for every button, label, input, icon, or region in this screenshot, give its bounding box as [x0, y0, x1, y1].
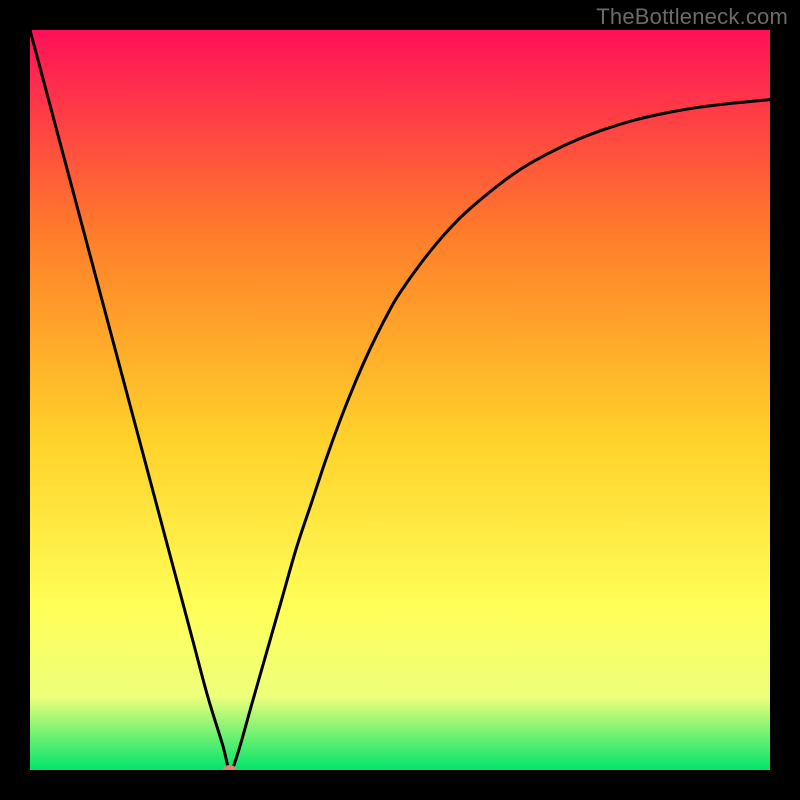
- plot-svg: [30, 30, 770, 770]
- gradient-background: [30, 30, 770, 770]
- chart-container: TheBottleneck.com: [0, 0, 800, 800]
- watermark-text: TheBottleneck.com: [596, 4, 788, 30]
- plot-area: [30, 30, 770, 770]
